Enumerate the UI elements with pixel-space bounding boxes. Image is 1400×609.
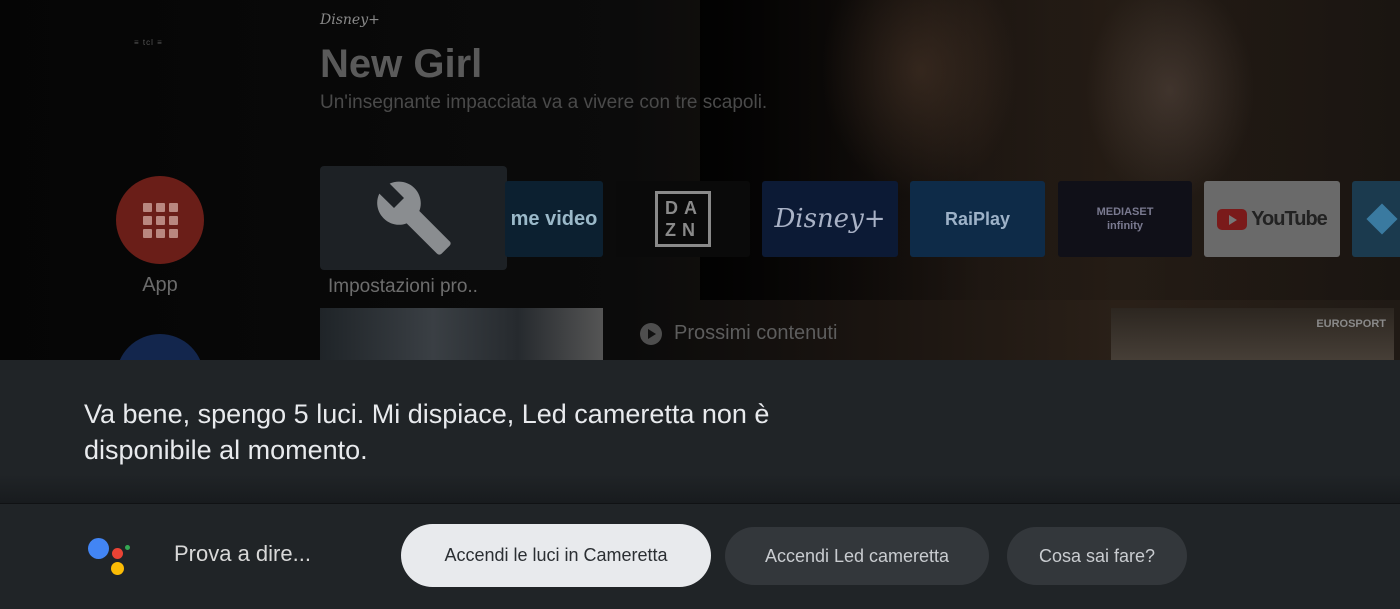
- wrench-icon: [376, 181, 451, 255]
- kodi-icon: [1366, 203, 1398, 235]
- apps-button[interactable]: [116, 176, 204, 264]
- upcoming-label: Prossimi contenuti: [674, 322, 838, 344]
- suggestion-chip-1[interactable]: Accendi le luci in Cameretta: [401, 524, 711, 587]
- focused-app-label: Impostazioni pro..: [328, 276, 478, 297]
- prime-video-logo: me video: [510, 207, 598, 230]
- eurosport-thumbnail[interactable]: EUROSPORT: [1111, 308, 1394, 360]
- apps-label: App: [142, 274, 178, 296]
- featured-description: Un'insegnante impacciata va a vivere con…: [320, 92, 768, 113]
- featured-brand: Disney+: [320, 12, 380, 28]
- assistant-dot-blue: [88, 538, 109, 559]
- upcoming-row-header: Prossimi contenuti: [640, 322, 837, 345]
- assistant-response-text: Va bene, spengo 5 luci. Mi dispiace, Led…: [84, 399, 770, 465]
- youtube-play-icon: [1217, 208, 1248, 230]
- profile-circle-button[interactable]: [116, 334, 204, 360]
- featured-title: New Girl: [320, 42, 483, 86]
- google-assistant-icon[interactable]: [88, 537, 134, 579]
- app-tile-prime-video[interactable]: me video: [505, 181, 603, 257]
- play-icon: [640, 322, 662, 345]
- assistant-dot-red: [112, 548, 123, 559]
- tv-home-screen: ≡ tcl ≡ Disney+ New Girl Un'insegnante i…: [0, 0, 1400, 360]
- recent-content-thumbnail[interactable]: [320, 308, 603, 360]
- app-tile-kodi[interactable]: [1352, 181, 1400, 257]
- device-logo: ≡ tcl ≡: [134, 38, 163, 47]
- app-tile-disney-plus[interactable]: Disney+: [762, 181, 898, 257]
- mediaset-logo: MEDIASET infinity: [1096, 206, 1154, 232]
- eurosport-badge: EUROSPORT: [1316, 318, 1386, 330]
- disney-plus-logo: Disney+: [774, 204, 886, 234]
- raiplay-logo: RaiPlay: [944, 208, 1011, 229]
- assistant-dot-green: [125, 545, 130, 550]
- app-tile-youtube[interactable]: YouTube: [1204, 181, 1340, 257]
- try-saying-label: Prova a dire...: [174, 541, 311, 566]
- suggestion-chip-3[interactable]: Cosa sai fare?: [1007, 527, 1187, 585]
- app-tile-settings[interactable]: [320, 166, 507, 270]
- dazn-logo: DA ZN: [655, 191, 711, 247]
- apps-grid-icon: [142, 202, 178, 238]
- assistant-dot-yellow: [111, 562, 124, 575]
- app-tile-dazn[interactable]: DA ZN: [616, 181, 750, 257]
- youtube-logo-text: YouTube: [1251, 207, 1328, 230]
- app-tile-raiplay[interactable]: RaiPlay: [910, 181, 1045, 257]
- app-tile-mediaset-infinity[interactable]: MEDIASET infinity: [1058, 181, 1192, 257]
- suggestion-chip-2[interactable]: Accendi Led cameretta: [725, 527, 989, 585]
